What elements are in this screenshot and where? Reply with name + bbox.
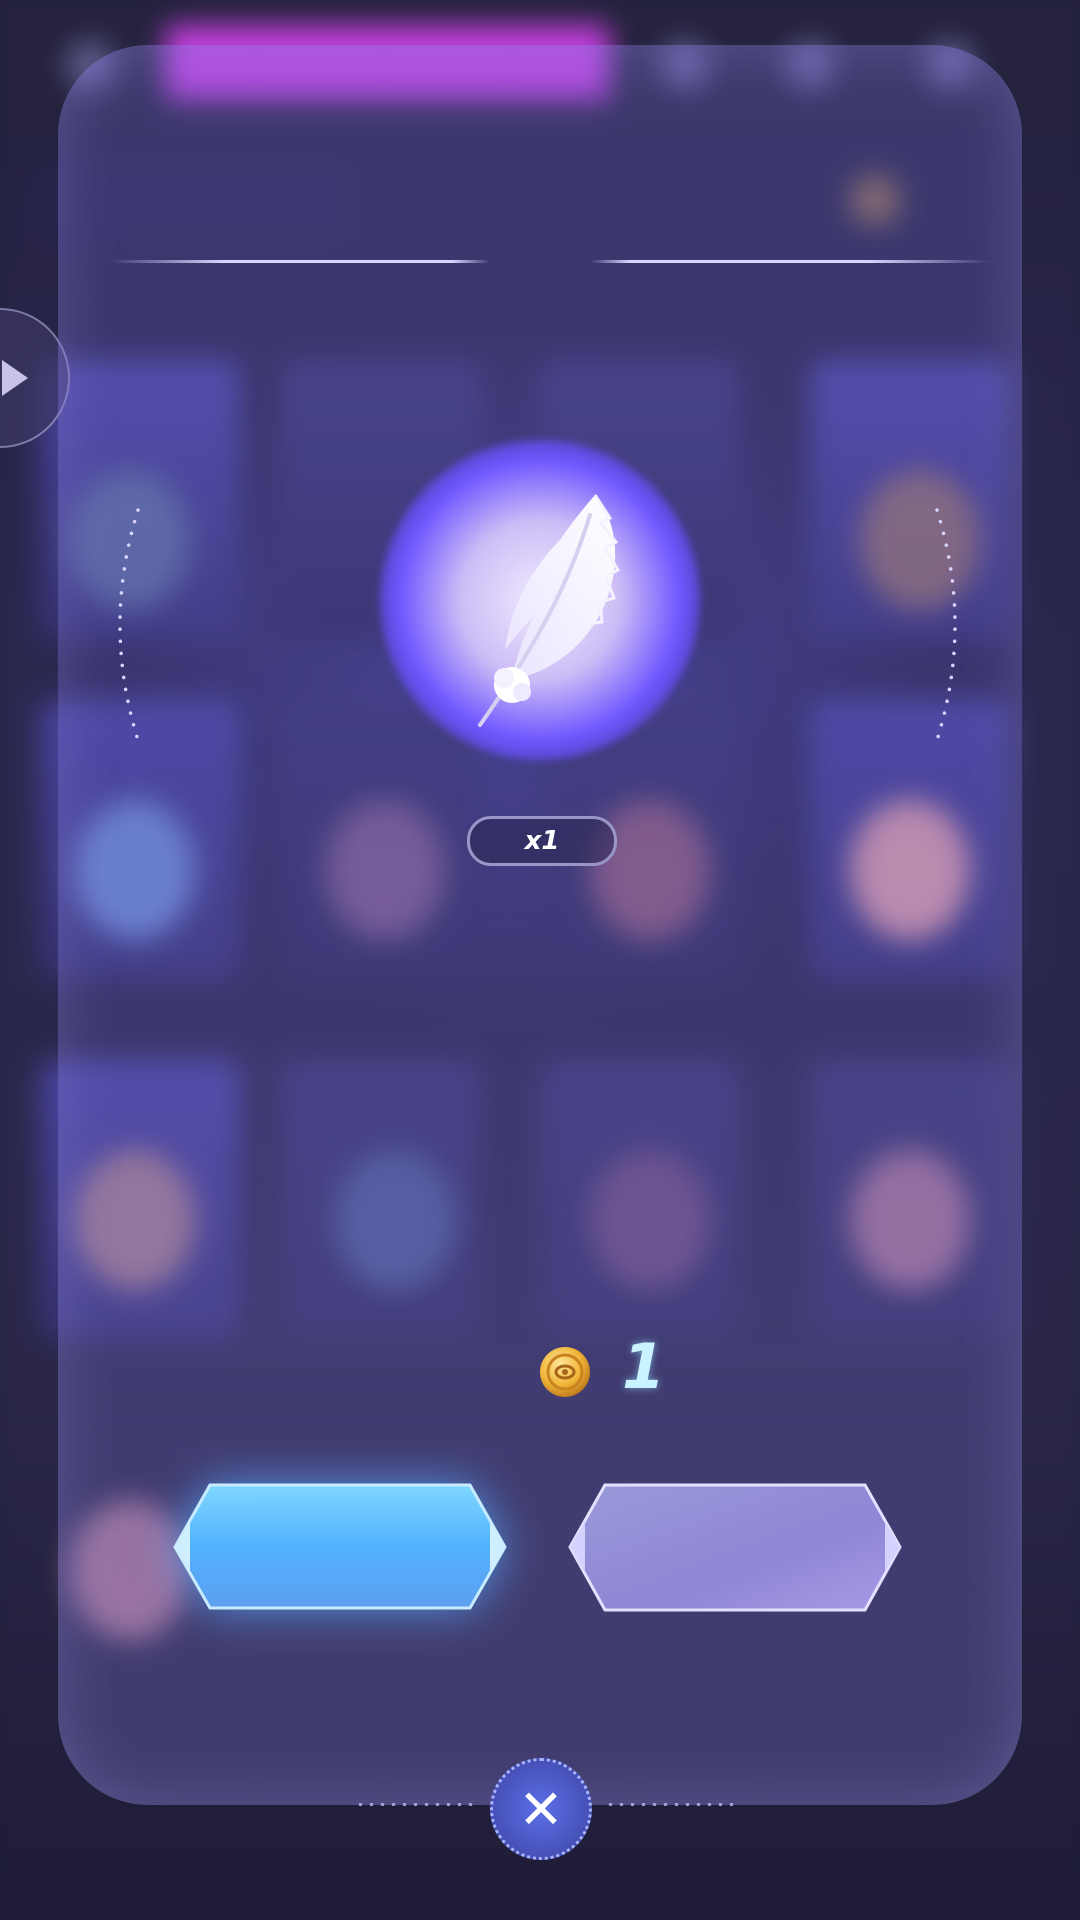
confirm-button-shape — [173, 1483, 507, 1610]
game-screen: x1 1 ✕ — [0, 0, 1080, 1920]
panel-divider-right — [590, 260, 990, 263]
cancel-button[interactable] — [565, 1480, 905, 1615]
confirm-button[interactable] — [170, 1480, 510, 1615]
white-feather-icon — [478, 494, 621, 727]
close-icon: ✕ — [518, 1777, 564, 1841]
cancel-button-shape — [568, 1483, 902, 1612]
gold-coin-icon — [540, 1347, 590, 1397]
close-divider-left — [355, 1803, 475, 1806]
cost-amount: 1 — [622, 1330, 666, 1403]
item-quantity-badge: x1 — [467, 816, 617, 866]
close-divider-right — [605, 1803, 735, 1806]
panel-divider-left — [110, 260, 490, 263]
play-arrow-icon — [2, 360, 28, 396]
dotted-arc-left — [118, 508, 140, 742]
dotted-arc-right — [935, 508, 957, 742]
close-button[interactable]: ✕ — [490, 1758, 592, 1860]
